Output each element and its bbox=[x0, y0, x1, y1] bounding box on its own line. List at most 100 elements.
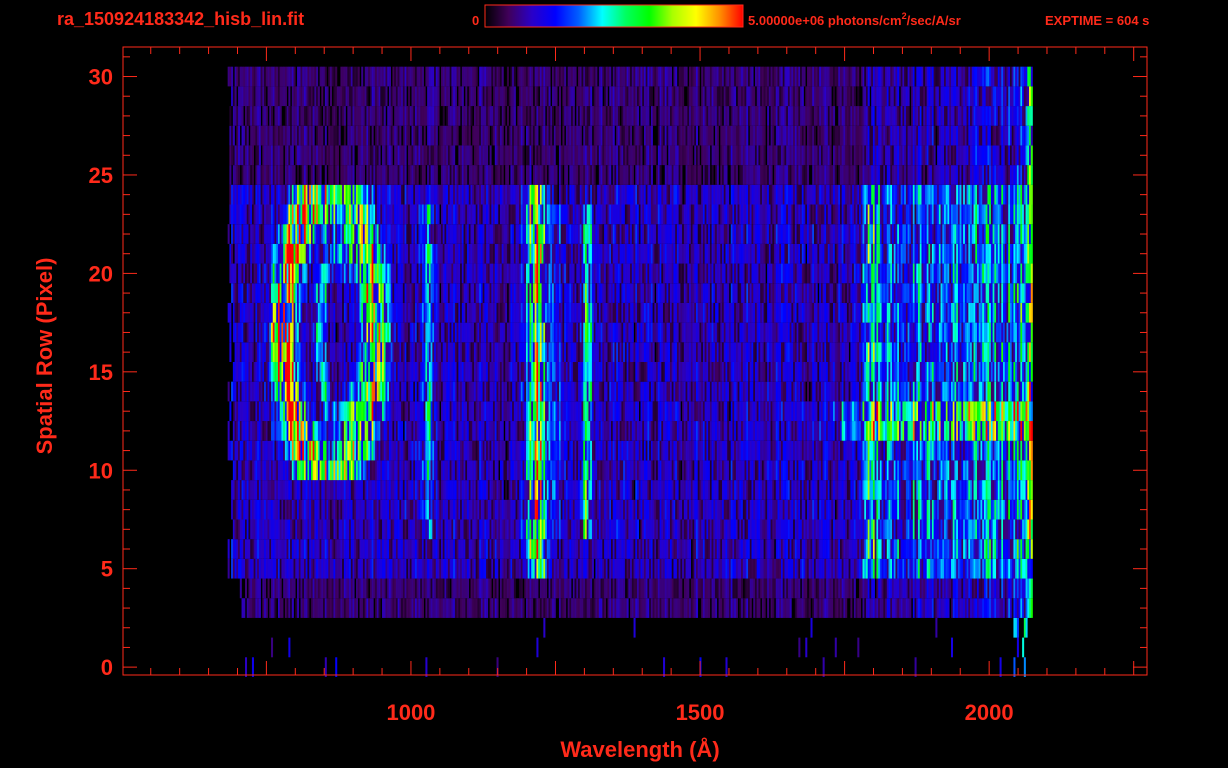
heatmap-cell bbox=[442, 558, 445, 579]
heatmap-cell bbox=[730, 480, 733, 500]
heatmap-cell bbox=[251, 519, 254, 540]
heatmap-cell bbox=[959, 480, 962, 500]
heatmap-cell bbox=[480, 460, 483, 481]
heatmap-cell bbox=[1008, 539, 1011, 559]
heatmap-cell bbox=[588, 401, 591, 422]
heatmap-cell bbox=[871, 421, 874, 441]
heatmap-cell bbox=[227, 440, 230, 461]
heatmap-cell bbox=[722, 519, 725, 540]
heatmap-cell bbox=[971, 440, 974, 461]
heatmap-cell bbox=[694, 401, 697, 422]
heatmap-cell bbox=[564, 558, 567, 579]
heatmap-cell bbox=[460, 401, 463, 422]
heatmap-cell bbox=[293, 539, 296, 559]
heatmap-cell bbox=[236, 539, 239, 559]
heatmap-cell bbox=[524, 440, 527, 461]
heatmap-cell bbox=[349, 558, 352, 579]
heatmap-cell bbox=[605, 401, 608, 422]
heatmap-cell bbox=[1022, 499, 1025, 520]
heatmap-cell bbox=[361, 519, 364, 540]
heatmap-cell bbox=[633, 578, 636, 599]
heatmap-cell bbox=[591, 499, 594, 520]
heatmap-cell bbox=[643, 539, 646, 559]
heatmap-cell bbox=[404, 421, 407, 441]
heatmap-cell bbox=[581, 558, 584, 579]
heatmap-cell bbox=[276, 578, 279, 599]
heatmap-cell bbox=[982, 401, 985, 422]
heatmap-cell bbox=[418, 519, 421, 540]
heatmap-cell bbox=[864, 401, 867, 422]
heatmap-cell bbox=[539, 539, 542, 559]
heatmap-cell bbox=[907, 539, 910, 559]
heatmap-cell bbox=[949, 499, 952, 520]
heatmap-cell bbox=[761, 460, 764, 481]
heatmap-cell bbox=[595, 558, 598, 579]
heatmap-cell bbox=[704, 578, 707, 599]
heatmap-cell bbox=[649, 539, 652, 559]
heatmap-cell bbox=[635, 460, 638, 481]
heatmap-cell bbox=[975, 460, 978, 481]
heatmap-cell bbox=[954, 598, 957, 618]
heatmap-cell bbox=[638, 460, 641, 481]
heatmap-cell bbox=[973, 578, 976, 599]
heatmap-cell bbox=[682, 539, 685, 559]
heatmap-cell bbox=[876, 539, 879, 559]
heatmap-cell bbox=[626, 519, 629, 540]
heatmap-cell bbox=[711, 558, 714, 579]
heatmap-cell bbox=[323, 539, 326, 559]
heatmap-cell bbox=[977, 499, 980, 520]
heatmap-cell bbox=[531, 558, 534, 579]
heatmap-cell bbox=[741, 421, 744, 441]
heatmap-cell bbox=[994, 598, 997, 618]
heatmap-cell bbox=[810, 460, 813, 481]
heatmap-cell bbox=[369, 519, 372, 540]
heatmap-cell bbox=[871, 558, 874, 579]
heatmap-cell bbox=[765, 401, 768, 422]
heatmap-cell bbox=[999, 519, 1002, 540]
heatmap-cell bbox=[961, 499, 964, 520]
heatmap-cell bbox=[879, 421, 882, 441]
heatmap-cell bbox=[508, 598, 511, 618]
heatmap-cell bbox=[444, 421, 447, 441]
heatmap-cell bbox=[947, 539, 950, 559]
heatmap-cell bbox=[997, 539, 1000, 559]
heatmap-cell bbox=[597, 578, 600, 599]
heatmap-cell bbox=[781, 539, 784, 559]
heatmap-cell bbox=[685, 499, 688, 520]
heatmap-cell bbox=[989, 539, 992, 559]
heatmap-cell bbox=[730, 499, 733, 520]
heatmap-cell bbox=[931, 578, 934, 599]
heatmap-cell bbox=[732, 598, 735, 618]
heatmap-cell bbox=[264, 440, 267, 461]
heatmap-cell bbox=[453, 519, 456, 540]
heatmap-cell bbox=[975, 598, 978, 618]
heatmap-cell bbox=[1006, 578, 1009, 599]
heatmap-cell bbox=[604, 421, 607, 441]
heatmap-cell bbox=[571, 401, 574, 422]
heatmap-cell bbox=[749, 499, 752, 520]
heatmap-cell bbox=[276, 519, 279, 540]
heatmap-cell bbox=[1006, 480, 1009, 500]
heatmap-cell bbox=[661, 421, 664, 441]
heatmap-cell bbox=[944, 519, 947, 540]
heatmap-cell bbox=[715, 578, 718, 599]
heatmap-cell bbox=[689, 499, 692, 520]
heatmap-cell bbox=[362, 401, 365, 422]
heatmap-cell bbox=[623, 499, 626, 520]
heatmap-cell bbox=[630, 480, 633, 500]
heatmap-cell bbox=[652, 440, 655, 461]
heatmap-cell bbox=[777, 499, 780, 520]
heatmap-cell bbox=[310, 558, 313, 579]
heatmap-cell bbox=[848, 558, 851, 579]
heatmap-cell bbox=[588, 558, 591, 579]
heatmap-cell bbox=[515, 421, 518, 441]
heatmap-cell bbox=[940, 598, 943, 618]
heatmap-cell bbox=[935, 598, 938, 618]
heatmap-cell bbox=[650, 460, 653, 481]
heatmap-cell bbox=[482, 578, 485, 599]
heatmap-cell bbox=[312, 440, 315, 461]
heatmap-cell bbox=[957, 401, 960, 422]
heatmap-cell bbox=[569, 598, 572, 618]
heatmap-cell bbox=[796, 460, 799, 481]
heatmap-cell bbox=[579, 480, 582, 500]
